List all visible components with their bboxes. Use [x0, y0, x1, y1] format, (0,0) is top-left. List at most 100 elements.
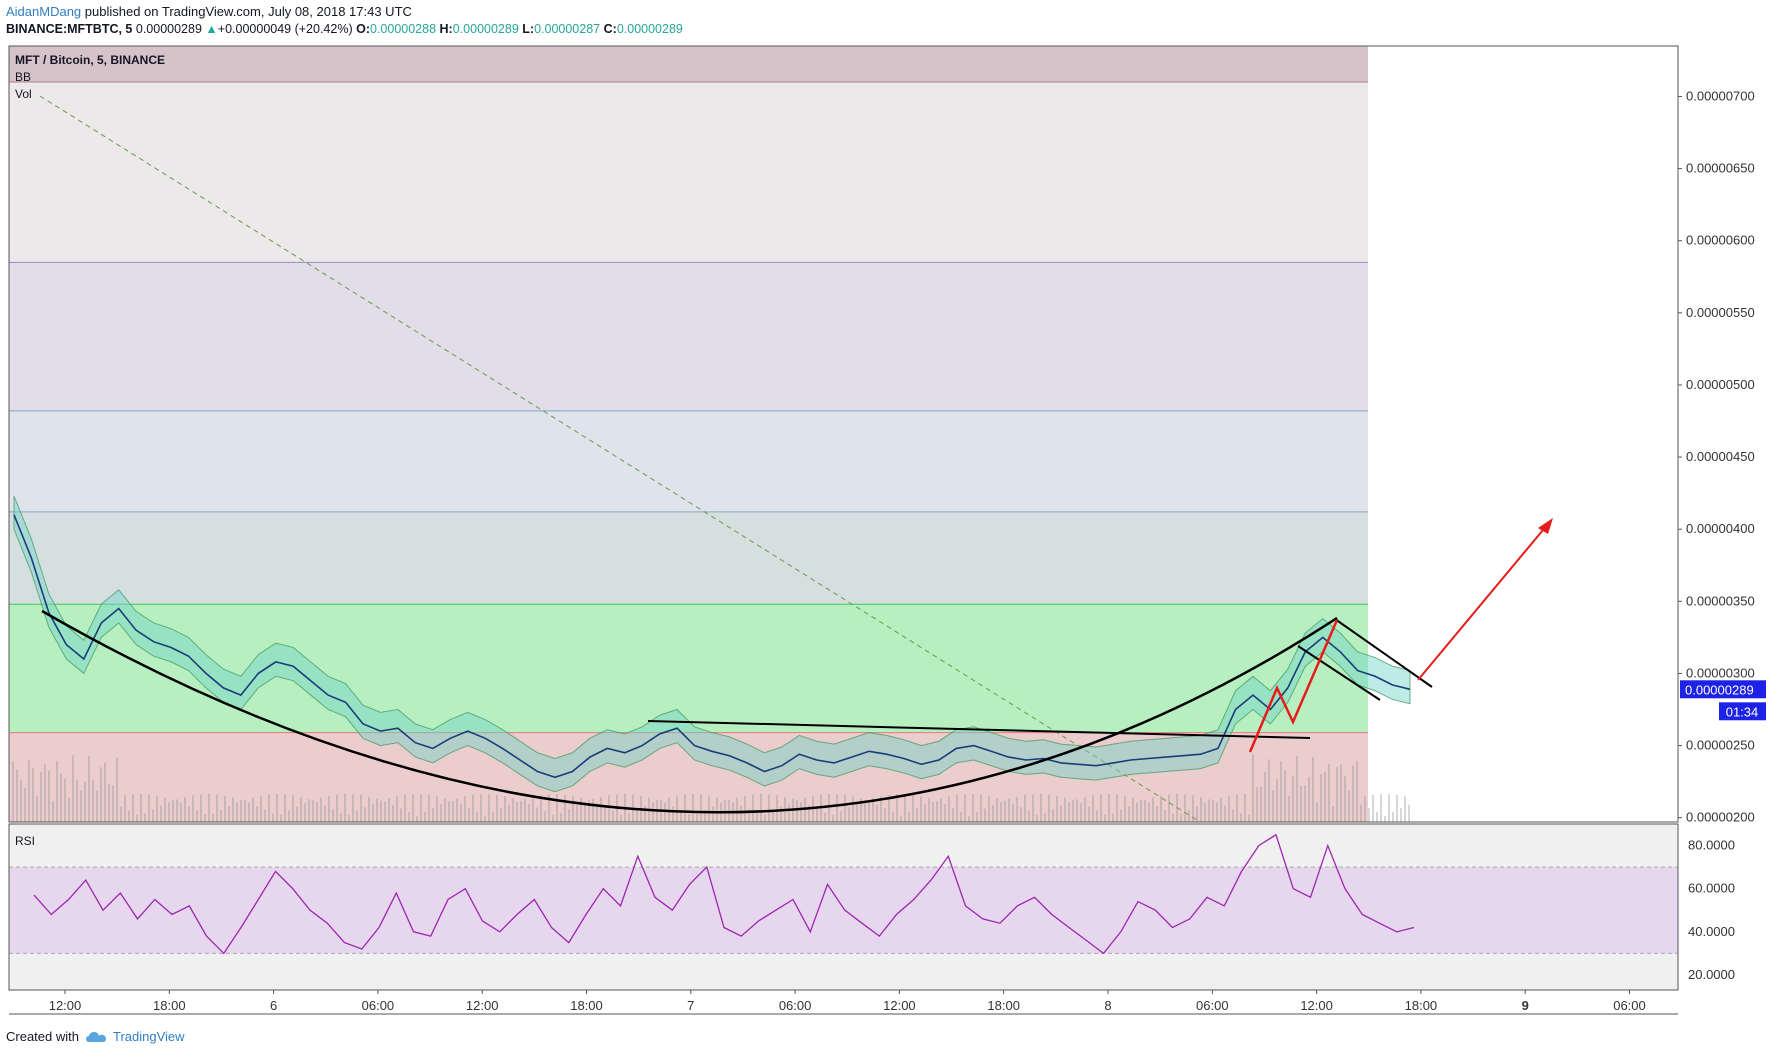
symbol: BINANCE:MFTBTC, 5	[6, 22, 133, 36]
volume-bar	[1052, 809, 1054, 822]
volume-bar	[164, 797, 166, 822]
volume-bar	[708, 795, 710, 822]
volume-bar	[188, 806, 190, 822]
volume-bar	[536, 807, 538, 822]
volume-bar	[476, 811, 478, 822]
volume-bar	[356, 811, 358, 822]
volume-bar	[1332, 806, 1334, 822]
volume-bar	[496, 794, 498, 822]
volume-bar	[924, 804, 926, 822]
open-label: O:	[356, 22, 370, 36]
volume-bar	[696, 814, 698, 822]
volume-bar	[764, 814, 766, 822]
volume-bar	[340, 813, 342, 822]
vol-legend[interactable]: Vol	[15, 87, 32, 101]
volume-bar	[276, 794, 278, 822]
volume-bar	[904, 794, 906, 822]
volume-bar	[672, 806, 674, 822]
volume-bar	[32, 768, 34, 822]
chart-canvas: 0.00000700 0.00000650 0.00000600 0.00000550…	[8, 45, 1766, 1015]
volume-bar	[752, 794, 754, 822]
volume-bar	[712, 806, 714, 822]
time-tick-label: 06:00	[1613, 998, 1646, 1013]
volume-bar	[172, 800, 174, 822]
volume-bar	[884, 808, 886, 822]
volume-bar	[316, 802, 318, 822]
volume-bar	[152, 809, 154, 822]
volume-bar	[376, 798, 378, 822]
volume-bar	[88, 755, 90, 822]
volume-bar	[644, 805, 646, 822]
volume-bar	[1312, 756, 1314, 822]
volume-bar	[936, 801, 938, 822]
volume-bar	[1168, 794, 1170, 822]
price-tick-label: 0.00000550	[1686, 305, 1755, 320]
volume-bar	[620, 814, 622, 822]
volume-bar	[464, 796, 466, 822]
time-tick-label: 18:00	[570, 998, 603, 1013]
volume-bar	[1228, 795, 1230, 822]
volume-bar	[996, 798, 998, 822]
author-link[interactable]: AidanMDang	[6, 4, 81, 19]
volume-bar	[180, 803, 182, 822]
volume-bar	[864, 800, 866, 822]
rsi-legend[interactable]: RSI	[15, 834, 35, 848]
volume-bar	[840, 811, 842, 822]
volume-bar	[744, 795, 746, 822]
pair-legend[interactable]: MFT / Bitcoin, 5, BINANCE	[15, 53, 165, 67]
rsi-tick-label: 40.0000	[1688, 924, 1735, 939]
volume-bar	[1372, 794, 1374, 822]
volume-bar	[484, 815, 486, 822]
price-tick-label: 0.00000400	[1686, 521, 1755, 536]
volume-bar	[500, 808, 502, 822]
volume-bar	[260, 795, 262, 822]
volume-bar	[92, 780, 94, 822]
volume-bar	[112, 785, 114, 822]
volume-bar	[76, 779, 78, 822]
volume-bar	[1048, 794, 1050, 822]
volume-bar	[724, 799, 726, 822]
volume-bar	[532, 796, 534, 822]
volume-bar	[72, 755, 74, 822]
projection-arrow-line	[1417, 523, 1549, 681]
close-label: C:	[603, 22, 617, 36]
price-tick-label: 0.00000650	[1686, 161, 1755, 176]
rsi-tick-label: 60.0000	[1688, 881, 1735, 896]
volume-bar	[960, 811, 962, 822]
footer: Created with TradingView	[6, 1029, 185, 1044]
tradingview-brand[interactable]: TradingView	[113, 1029, 185, 1044]
volume-bar	[828, 794, 830, 822]
volume-bar	[1336, 767, 1338, 822]
volume-bar	[856, 803, 858, 822]
volume-bar	[1320, 773, 1322, 822]
volume-bar	[1148, 802, 1150, 822]
volume-bar	[320, 797, 322, 822]
volume-bar	[1080, 803, 1082, 822]
volume-bar	[332, 809, 334, 822]
volume-bar	[992, 804, 994, 822]
volume-bar	[1084, 796, 1086, 822]
volume-bar	[408, 812, 410, 822]
volume-bar	[296, 806, 298, 822]
volume-bar	[252, 797, 254, 822]
bb-legend[interactable]: BB	[15, 70, 31, 84]
created-with: Created with	[6, 1029, 79, 1044]
volume-bar	[1360, 804, 1362, 822]
volume-bar	[208, 794, 210, 822]
rsi-tick-label: 20.0000	[1688, 967, 1735, 982]
volume-bar	[1404, 796, 1406, 822]
volume-bar	[388, 798, 390, 822]
volume-bar	[96, 790, 98, 822]
close-value: 0.00000289	[616, 22, 683, 36]
volume-bar	[844, 795, 846, 822]
volume-bar	[468, 807, 470, 822]
volume-bar	[300, 796, 302, 822]
volume-bar	[592, 799, 594, 822]
volume-bar	[716, 797, 718, 822]
volume-bar	[608, 795, 610, 822]
countdown-tag-text: 01:34	[1726, 704, 1759, 719]
volume-bar	[492, 812, 494, 822]
volume-bar	[1064, 797, 1066, 822]
time-tick-label: 06:00	[362, 998, 395, 1013]
volume-bar	[1340, 764, 1342, 822]
